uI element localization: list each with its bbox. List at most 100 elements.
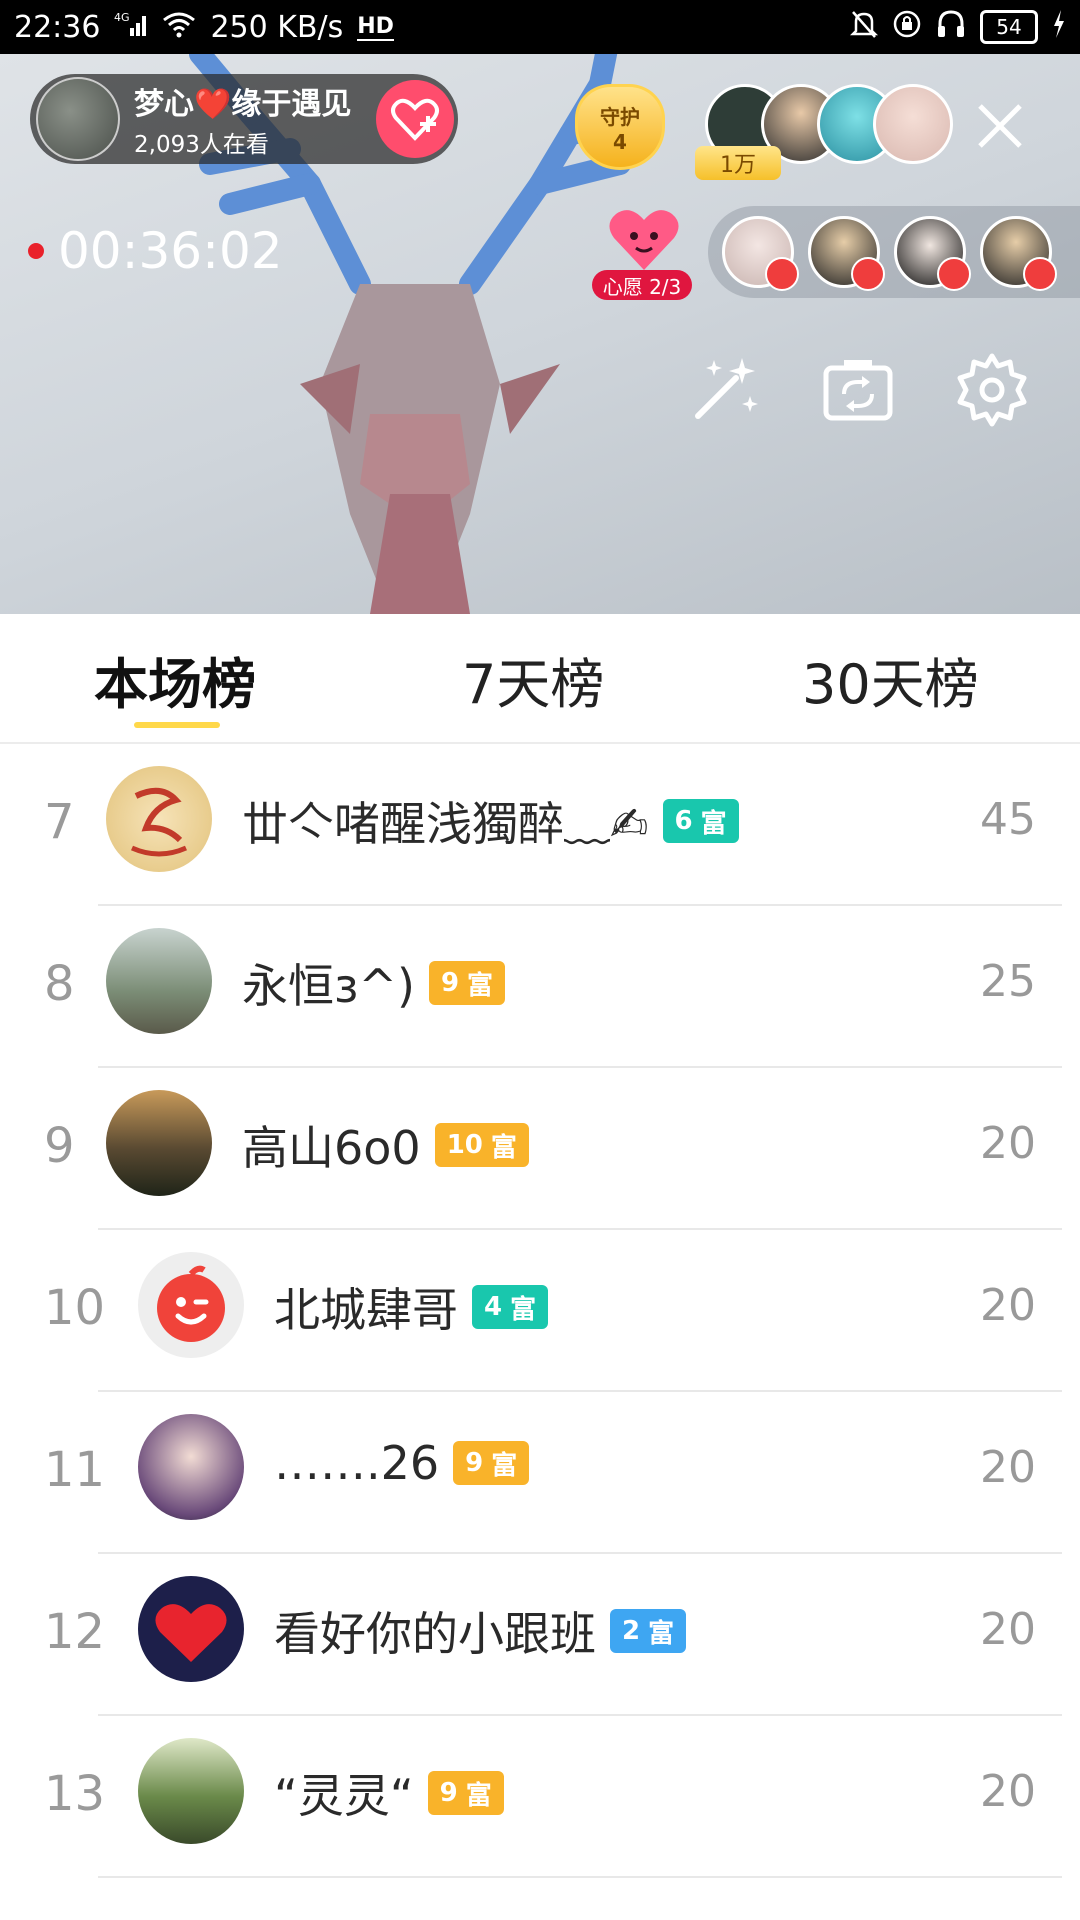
- username-text: “灵灵“: [274, 1769, 414, 1823]
- badge-text: 富: [491, 1450, 518, 1481]
- battery-icon: 54: [980, 10, 1038, 44]
- score: 20: [980, 1442, 1036, 1493]
- tab-7-days[interactable]: 7天榜: [462, 640, 604, 719]
- username: 北城肆哥 4富: [274, 1274, 549, 1340]
- headphones-icon: [936, 9, 966, 46]
- default-avatar-icon: [157, 1265, 225, 1342]
- avatar[interactable]: [138, 1252, 244, 1358]
- mute-bell-icon: [849, 9, 879, 46]
- list-item[interactable]: 9 高山6o0 10 富 20: [0, 1068, 1080, 1230]
- mic-seat-avatar[interactable]: [808, 216, 885, 291]
- heart-plus-icon: [391, 98, 439, 141]
- username-text: 永恒з^): [242, 959, 415, 1013]
- username-text: 丗亽啫醒浅獨醉﹏✍: [242, 797, 649, 851]
- wealth-level-badge: 6富: [662, 799, 739, 843]
- timer-text: 00:36:02: [58, 222, 283, 280]
- rank-number: 10: [44, 1280, 106, 1336]
- avatar[interactable]: [138, 1738, 244, 1844]
- avatar[interactable]: [138, 1414, 244, 1520]
- badge-text: 富: [467, 970, 494, 1001]
- list-item[interactable]: 7 丗亽啫醒浅獨醉﹏✍ 6富 45: [0, 744, 1080, 906]
- username-text: 北城肆哥: [274, 1283, 458, 1337]
- rank-number: 11: [44, 1442, 106, 1498]
- ranking-list: 7 丗亽啫醒浅獨醉﹏✍ 6富 45 8 永恒з^) 9富 25 9 高山6o0 …: [0, 744, 1080, 1878]
- badge-level: 4: [484, 1292, 503, 1322]
- badge-level: 6: [674, 806, 693, 836]
- top-viewer-avatar[interactable]: [873, 84, 953, 164]
- beauty-magic-wand-icon[interactable]: [684, 350, 764, 430]
- score: 25: [980, 956, 1036, 1007]
- clock: 22:36: [14, 9, 101, 45]
- mic-seats: [708, 206, 1080, 298]
- wealth-level-badge: 9富: [427, 1771, 504, 1815]
- wealth-level-badge: 10 富: [434, 1123, 529, 1167]
- host-avatar[interactable]: [36, 77, 120, 161]
- rank-number: 9: [44, 1118, 75, 1174]
- badge-level: 10: [446, 1130, 483, 1160]
- seat-badge-icon: [851, 257, 885, 291]
- mic-seat-avatar[interactable]: [722, 216, 799, 291]
- wealth-level-badge: 9富: [428, 961, 506, 1005]
- wealth-level-badge: 2富: [610, 1609, 687, 1653]
- close-icon[interactable]: [970, 96, 1030, 156]
- badge-text: 富: [510, 1294, 537, 1325]
- switch-camera-icon[interactable]: [818, 350, 898, 430]
- wish-heart-icon: [609, 210, 679, 270]
- follow-button[interactable]: [376, 80, 454, 158]
- status-bar: 22:36 4G 250 KB/s HD 54: [0, 0, 1080, 54]
- wealth-level-badge: 9富: [453, 1441, 530, 1485]
- badge-text: 富: [700, 808, 727, 839]
- avatar[interactable]: [106, 766, 212, 872]
- guard-count: 4: [613, 129, 627, 154]
- rank-number: 8: [44, 956, 75, 1012]
- active-tab-indicator: [134, 722, 220, 728]
- list-item[interactable]: 13 “灵灵“ 9富 20: [0, 1716, 1080, 1878]
- score: 20: [980, 1766, 1036, 1817]
- score: 45: [980, 794, 1036, 845]
- list-item[interactable]: 12 看好你的小跟班 2富 20: [0, 1554, 1080, 1716]
- list-item[interactable]: 8 永恒з^) 9富 25: [0, 906, 1080, 1068]
- list-item[interactable]: 10 北城肆哥 4富 20: [0, 1230, 1080, 1392]
- host-info-pill[interactable]: 梦心❤️缘于遇见 2,093人在看: [30, 74, 458, 164]
- wifi-icon: [162, 10, 196, 45]
- charging-icon: [1052, 9, 1066, 45]
- list-item[interactable]: 11 …….26 9富 20: [0, 1392, 1080, 1554]
- guard-crown-badge: 守护 4: [575, 84, 665, 170]
- seat-badge-icon: [1023, 257, 1057, 291]
- top-viewer-badge: 1万: [695, 146, 781, 180]
- hd-voice-icon: HD: [357, 13, 394, 41]
- username: “灵灵“ 9富: [274, 1760, 504, 1826]
- seat-badge-icon: [937, 257, 971, 291]
- username-text: …….26: [274, 1436, 440, 1490]
- score: 20: [980, 1604, 1036, 1655]
- live-video-area[interactable]: 梦心❤️缘于遇见 2,093人在看 守护 4 1万 00:36:02 心愿 2/…: [0, 54, 1080, 614]
- username: 丗亽啫醒浅獨醉﹏✍ 6富: [242, 788, 739, 854]
- score: 20: [980, 1280, 1036, 1331]
- username-text: 高山6o0: [242, 1121, 421, 1175]
- mic-seat-avatar[interactable]: [980, 216, 1057, 291]
- ranking-tabs: 本场榜 7天榜 30天榜: [0, 614, 1080, 744]
- avatar[interactable]: [138, 1576, 244, 1682]
- tab-30-days[interactable]: 30天榜: [802, 640, 979, 719]
- settings-gear-icon[interactable]: [952, 350, 1032, 430]
- avatar[interactable]: [106, 1090, 212, 1196]
- avatar[interactable]: [106, 928, 212, 1034]
- badge-level: 9: [440, 968, 460, 998]
- divider: [98, 1876, 1062, 1878]
- recording-dot-icon: [28, 243, 44, 259]
- guard-label: 守护: [600, 104, 640, 129]
- tab-current-session[interactable]: 本场榜: [94, 640, 256, 719]
- badge-text: 富: [465, 1780, 492, 1811]
- svg-text:4G: 4G: [114, 11, 130, 24]
- viewer-count: 2,093人在看: [134, 132, 269, 158]
- live-timer: 00:36:02: [28, 222, 283, 280]
- badge-text: 富: [490, 1132, 517, 1163]
- username: 永恒з^) 9富: [242, 950, 506, 1016]
- heart-avatar-image: [155, 1604, 227, 1662]
- guard-button[interactable]: 守护 4: [575, 84, 665, 184]
- score: 20: [980, 1118, 1036, 1169]
- username-text: 看好你的小跟班: [274, 1607, 596, 1661]
- wish-button[interactable]: 心愿 2/3: [592, 204, 694, 304]
- username: …….26 9富: [274, 1436, 530, 1490]
- mic-seat-avatar[interactable]: [894, 216, 971, 291]
